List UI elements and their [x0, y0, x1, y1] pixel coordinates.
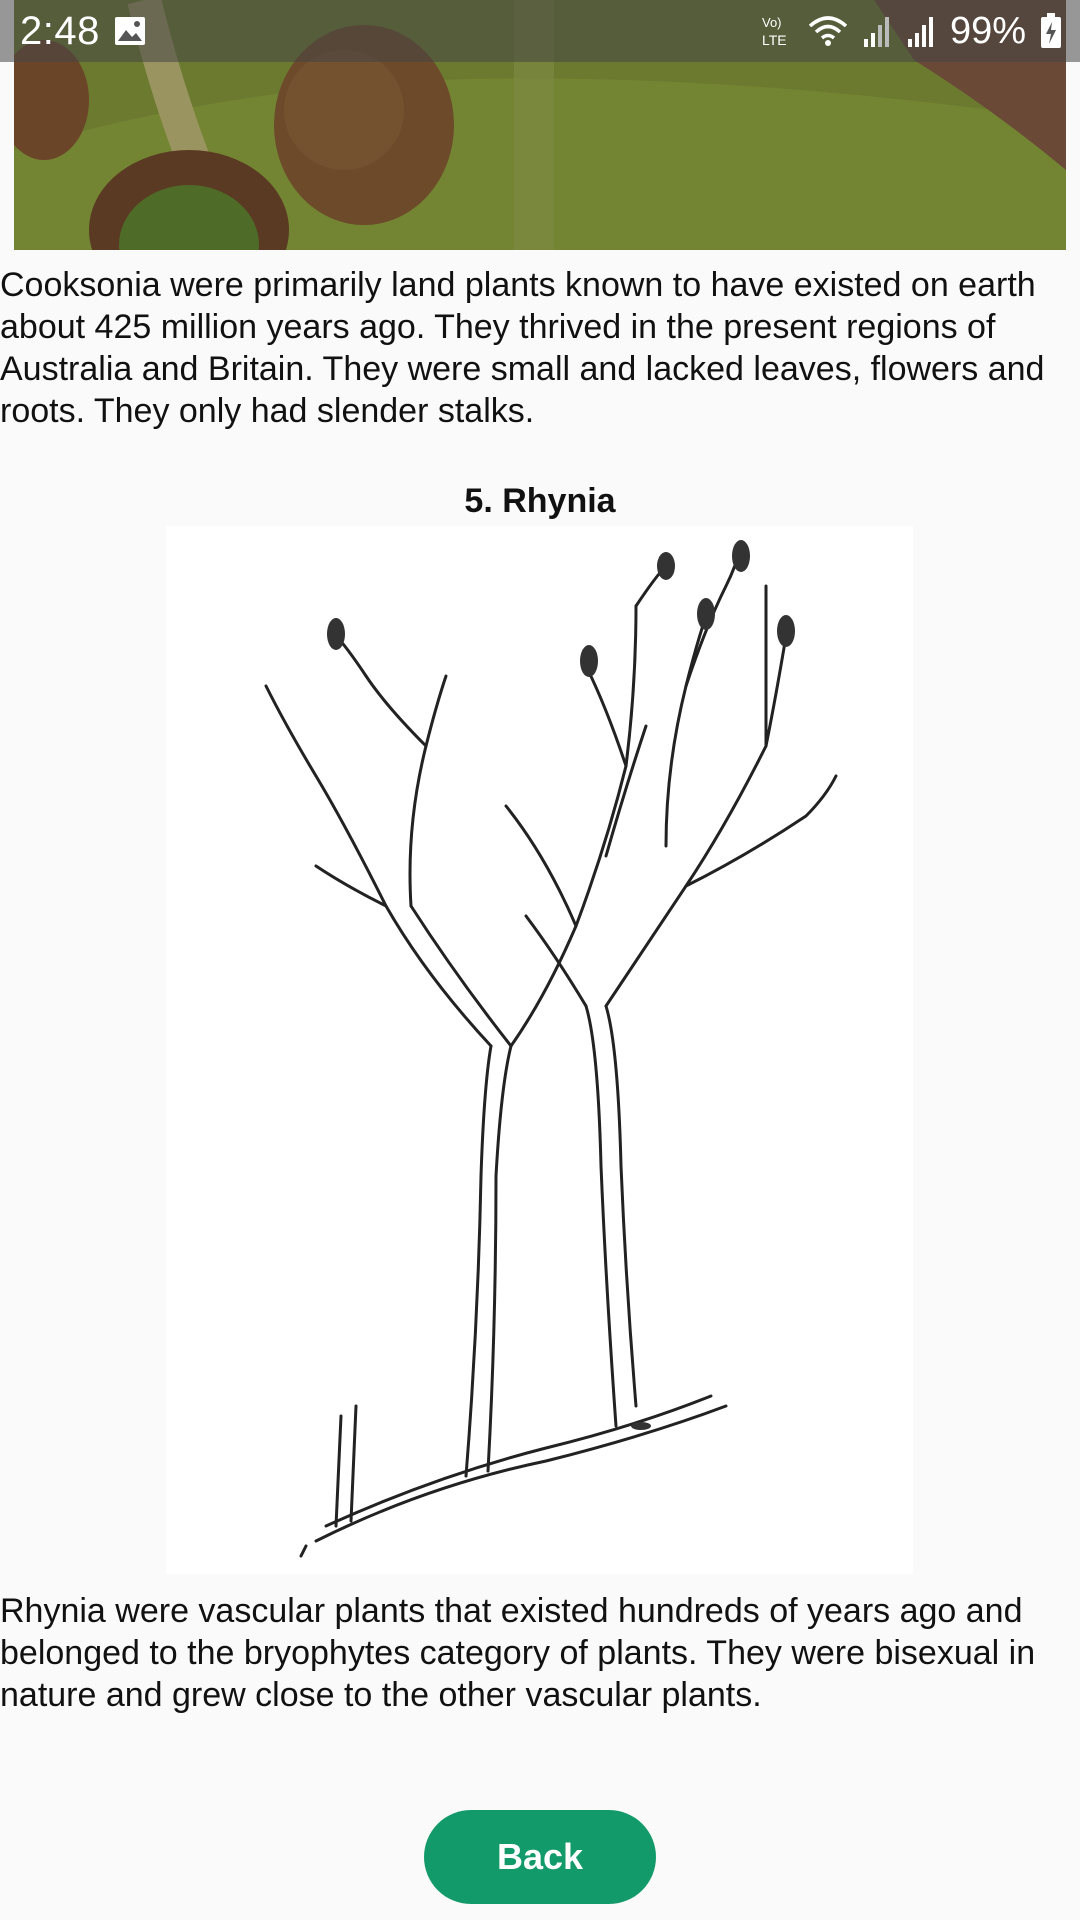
- battery-charging-icon: [1040, 13, 1062, 49]
- volte-icon: Vo) LTE: [760, 13, 794, 49]
- rhynia-title: 5. Rhynia: [464, 482, 616, 520]
- signal-icon: [862, 15, 892, 47]
- wifi-icon: [808, 14, 848, 48]
- rhynia-image: [166, 526, 913, 1574]
- svg-text:LTE: LTE: [762, 32, 787, 48]
- svg-text:Vo): Vo): [762, 15, 782, 30]
- signal-icon: [906, 15, 936, 47]
- rhynia-description: Rhynia were vascular plants that existed…: [0, 1592, 1036, 1714]
- battery-percent: 99%: [949, 9, 1026, 52]
- gallery-icon: [114, 16, 146, 46]
- status-time: 2:48: [20, 8, 100, 53]
- status-bar: 2:48 Vo) LTE 99%: [0, 0, 1080, 62]
- back-button[interactable]: Back: [424, 1810, 656, 1904]
- cooksonia-description: Cooksonia were primarily land plants kno…: [0, 266, 1045, 430]
